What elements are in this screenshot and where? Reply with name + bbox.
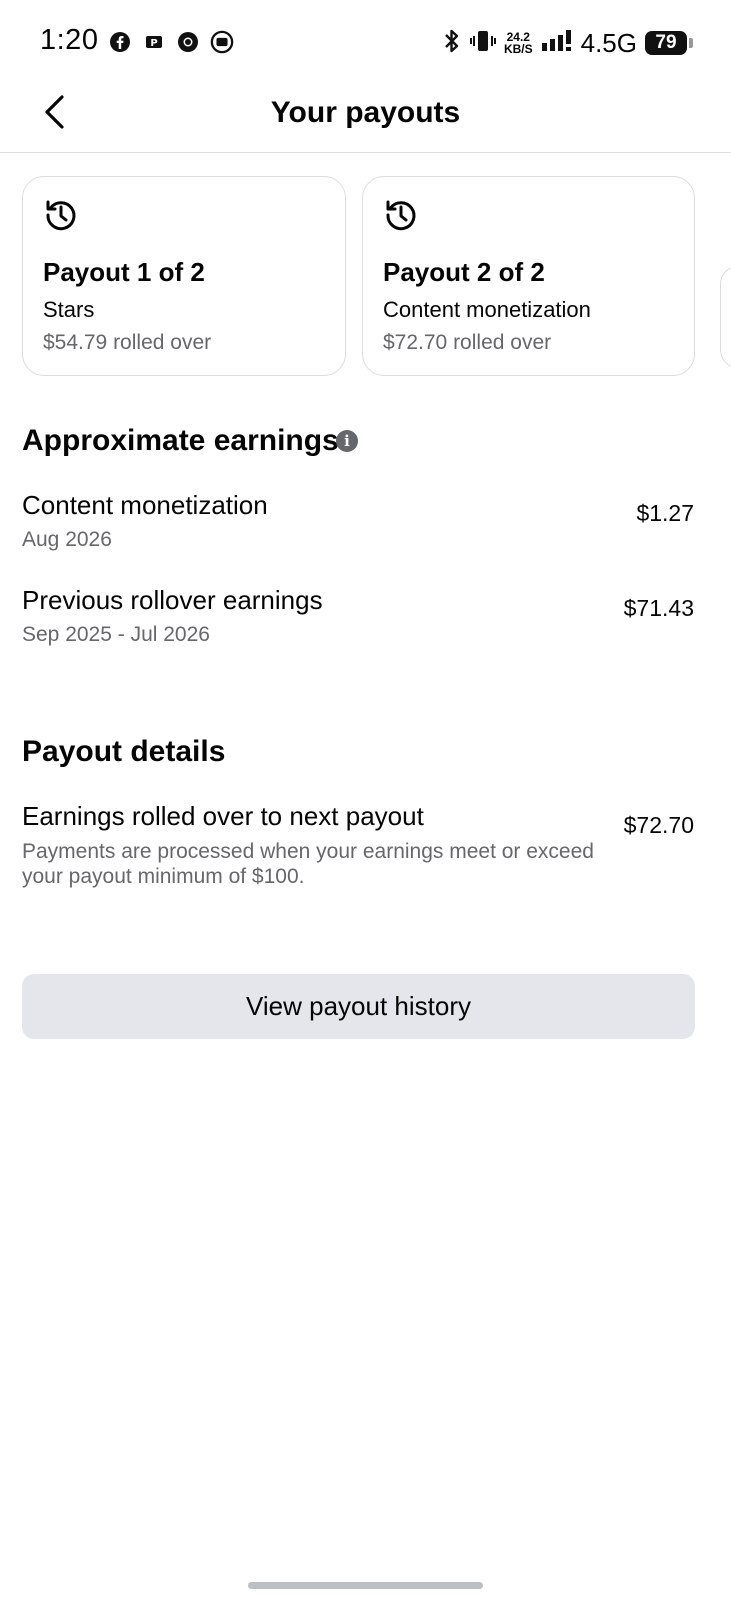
bluetooth-icon: [442, 28, 462, 59]
network-type: 4.5G: [580, 27, 637, 58]
network-speed-unit: KB/S: [503, 42, 533, 56]
earnings-section-title: Approximate earnings: [22, 424, 339, 457]
battery-level: 79: [645, 31, 687, 55]
page-title: Your payouts: [270, 96, 461, 129]
payout-card-title: Payout 1 of 2: [43, 257, 205, 287]
details-row-amount: $72.70: [623, 812, 694, 838]
info-icon[interactable]: i: [336, 430, 358, 452]
history-clock-icon: [46, 200, 76, 231]
payout-card-title: Payout 2 of 2: [383, 257, 545, 287]
svg-text:P: P: [150, 38, 157, 49]
battery-indicator: 79: [645, 31, 693, 55]
chrome-icon: [176, 30, 200, 54]
payout-card-1[interactable]: Payout 1 of 2 Stars $54.79 rolled over: [22, 176, 346, 376]
history-clock-icon: [386, 200, 416, 231]
details-row-description: Payments are processed when your earning…: [22, 840, 594, 888]
payout-card-source: Content monetization: [383, 297, 591, 322]
details-section-title: Payout details: [22, 735, 226, 768]
status-bar: 1:20 P 24.2 KB/S 4.5G 79: [0, 0, 731, 86]
earnings-row-amount: $71.43: [623, 595, 694, 621]
payout-card-source: Stars: [43, 297, 95, 322]
earnings-row-label: Previous rollover earnings: [22, 585, 323, 615]
parking-app-icon: P: [142, 30, 166, 54]
payout-cards-carousel[interactable]: Payout 1 of 2 Stars $54.79 rolled over P…: [22, 176, 731, 380]
app-header: Your payouts: [0, 86, 731, 153]
battery-tip: [689, 38, 693, 48]
view-payout-history-button[interactable]: View payout history: [22, 974, 695, 1039]
facebook-icon: [108, 30, 132, 54]
vibrate-icon: [469, 28, 496, 59]
status-time: 1:20: [40, 24, 99, 56]
notification-icons: P: [108, 30, 234, 54]
earnings-row-period: Sep 2025 - Jul 2026: [22, 623, 210, 646]
payout-card-2[interactable]: Payout 2 of 2 Content monetization $72.7…: [362, 176, 695, 376]
earnings-row-period: Aug 2026: [22, 528, 112, 551]
payout-card-rolled: $72.70 rolled over: [383, 331, 552, 354]
payout-card-rolled: $54.79 rolled over: [43, 331, 212, 354]
earnings-row-amount: $1.27: [636, 500, 694, 526]
network-speed: 24.2 KB/S: [504, 31, 533, 55]
screen-record-icon: [210, 30, 234, 54]
next-card-peek: [720, 266, 731, 368]
details-row-label: Earnings rolled over to next payout: [22, 801, 424, 831]
home-indicator[interactable]: [248, 1582, 483, 1589]
earnings-row-label: Content monetization: [22, 490, 268, 520]
signal-icon: [541, 29, 573, 58]
system-status: 24.2 KB/S 4.5G 79: [442, 26, 693, 60]
